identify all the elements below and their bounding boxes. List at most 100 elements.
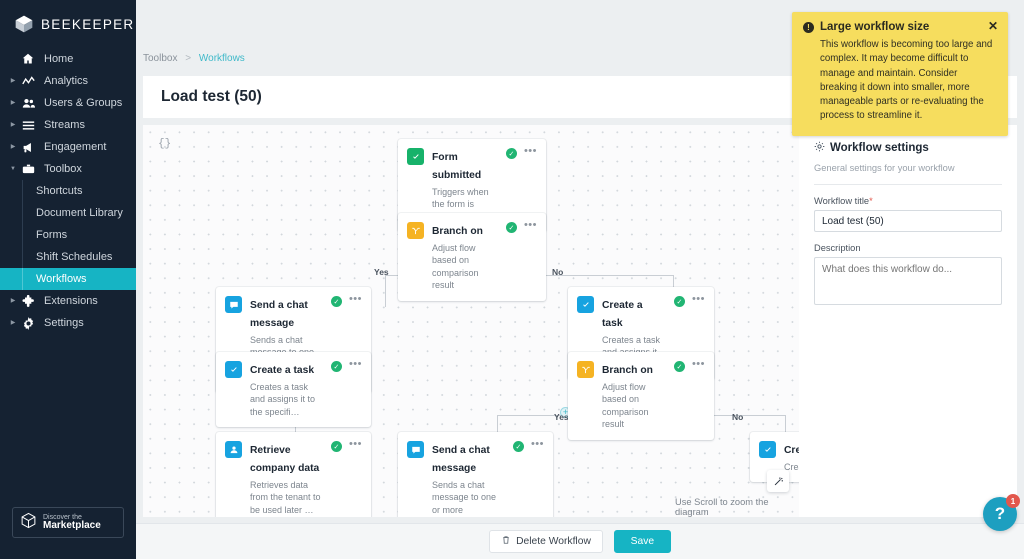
panel-divider — [814, 184, 1002, 185]
branch-label-yes: Yes — [554, 412, 569, 422]
node-menu-button[interactable]: ••• — [349, 296, 362, 303]
breadcrumb-current[interactable]: Workflows — [199, 53, 245, 64]
workflow-node-branch-on-2[interactable]: Branch on Adjust flow based on compariso… — [568, 352, 714, 440]
toast-title: Large workflow size — [820, 21, 929, 33]
sidebar-item-toolbox[interactable]: ▼ Toolbox — [0, 158, 136, 180]
sidebar-item-users-groups[interactable]: ▶ Users & Groups — [0, 92, 136, 114]
sidebar-item-label: Toolbox — [44, 163, 82, 175]
branch-label-no: No — [732, 412, 743, 422]
delete-workflow-label: Delete Workflow — [516, 536, 591, 547]
tree-line — [22, 224, 23, 246]
close-icon[interactable]: ✕ — [988, 20, 998, 32]
breadcrumb-root[interactable]: Toolbox — [143, 53, 177, 64]
cube-logo-icon — [14, 14, 34, 34]
sidebar-item-label: Analytics — [44, 75, 88, 87]
sidebar-item-forms[interactable]: Forms — [0, 224, 136, 246]
node-description: Adjust flow based on comparison result — [432, 242, 498, 292]
chevron-right-icon[interactable]: ▶ — [8, 320, 18, 326]
status-valid-icon: ✓ — [506, 222, 517, 233]
sidebar-item-home[interactable]: Home — [0, 48, 136, 70]
branch-icon — [577, 361, 594, 378]
node-title: Create a task — [250, 365, 314, 376]
workflow-editor-app: BEEKEEPER Home ▶ Analytics ▶ Users & Gro… — [0, 0, 1024, 559]
sidebar-item-label: Engagement — [44, 141, 106, 153]
sidebar-item-workflows[interactable]: Workflows — [0, 268, 136, 290]
node-body: Create a task Creates a task and assigns… — [250, 360, 323, 418]
page-title: Load test (50) — [161, 88, 262, 106]
panel-title: Workflow settings — [830, 142, 929, 154]
chevron-right-icon[interactable]: ▶ — [8, 144, 18, 150]
marketplace-line2: Marketplace — [43, 521, 101, 532]
breadcrumb: Toolbox > Workflows — [143, 53, 245, 64]
bottom-action-bar: Delete Workflow Save — [136, 523, 1024, 559]
tree-line — [22, 202, 23, 224]
sidebar-item-shift-schedules[interactable]: Shift Schedules — [0, 246, 136, 268]
sidebar-subitem-label: Shift Schedules — [36, 251, 112, 263]
brand-logo[interactable]: BEEKEEPER — [0, 0, 136, 48]
node-body: Send a chat message Sends a chat message… — [432, 440, 505, 517]
chat-icon — [407, 441, 424, 458]
node-title: Branch on — [432, 226, 483, 237]
delete-workflow-button[interactable]: Delete Workflow — [489, 530, 603, 553]
node-menu-button[interactable]: ••• — [692, 296, 705, 303]
node-title: Branch on — [602, 365, 653, 376]
chevron-right-icon[interactable]: ▶ — [8, 122, 18, 128]
json-view-icon[interactable]: {} — [158, 138, 171, 150]
sidebar-item-analytics[interactable]: ▶ Analytics — [0, 70, 136, 92]
node-menu-button[interactable]: ••• — [349, 361, 362, 368]
node-body: Form submitted Triggers when the form is… — [432, 147, 498, 223]
node-menu-button[interactable]: ••• — [524, 148, 537, 155]
chevron-down-icon[interactable]: ▼ — [8, 166, 18, 172]
branch-icon — [407, 222, 424, 239]
sidebar-subitem-label: Shortcuts — [36, 185, 82, 197]
form-icon — [407, 148, 424, 165]
node-menu-button[interactable]: ••• — [531, 441, 544, 448]
warning-toast: ! Large workflow size ✕ This workflow is… — [792, 12, 1008, 136]
question-mark-icon: ? — [995, 504, 1005, 524]
workflow-node-retrieve-company-data[interactable]: Retrieve company data Retrieves data fro… — [216, 432, 371, 517]
workflow-title-label: Workflow title* — [814, 196, 1002, 206]
description-textarea[interactable] — [814, 257, 1002, 305]
task-icon — [225, 361, 242, 378]
discover-marketplace-button[interactable]: Discover the Marketplace — [12, 507, 124, 538]
sidebar-item-shortcuts[interactable]: Shortcuts — [0, 180, 136, 202]
status-valid-icon: ✓ — [331, 441, 342, 452]
magic-wand-button[interactable] — [767, 470, 789, 492]
help-button[interactable]: ? 1 — [983, 497, 1017, 531]
node-description: Creates a task and assigns it to the spe… — [250, 381, 323, 418]
analytics-icon — [18, 75, 38, 88]
workflow-title-label-text: Workflow title — [814, 196, 869, 206]
sidebar-item-extensions[interactable]: ▶ Extensions — [0, 290, 136, 312]
node-title: Creat — [784, 445, 799, 456]
sidebar-item-engagement[interactable]: ▶ Engagement — [0, 136, 136, 158]
description-label: Description — [814, 243, 1002, 253]
node-menu-button[interactable]: ••• — [524, 222, 537, 229]
status-valid-icon: ✓ — [506, 148, 517, 159]
node-menu-button[interactable]: ••• — [349, 441, 362, 448]
toast-header: ! Large workflow size — [803, 21, 997, 33]
workflow-node-branch-on-1[interactable]: Branch on Adjust flow based on compariso… — [398, 213, 546, 301]
tree-line — [22, 180, 23, 202]
status-valid-icon: ✓ — [513, 441, 524, 452]
save-button[interactable]: Save — [614, 530, 671, 553]
status-valid-icon: ✓ — [674, 296, 685, 307]
chevron-right-icon[interactable]: ▶ — [8, 298, 18, 304]
node-body: Creat Create assign — [784, 440, 799, 473]
sidebar-item-document-library[interactable]: Document Library — [0, 202, 136, 224]
tree-line — [22, 246, 23, 268]
sidebar-item-streams[interactable]: ▶ Streams — [0, 114, 136, 136]
marketplace-cube-icon — [20, 512, 37, 534]
chevron-right-icon[interactable]: ▶ — [8, 78, 18, 84]
workflow-node-send-chat-2[interactable]: Send a chat message Sends a chat message… — [398, 432, 553, 517]
workflow-canvas[interactable]: {} + + + + + + + + Yes No — [143, 125, 799, 517]
chevron-right-icon[interactable]: ▶ — [8, 100, 18, 106]
node-actions: ✓ ••• — [506, 222, 537, 292]
branch-label-no: No — [552, 267, 563, 277]
node-body: Retrieve company data Retrieves data fro… — [250, 440, 323, 516]
sidebar-item-settings[interactable]: ▶ Settings — [0, 312, 136, 334]
workflow-title-input[interactable] — [814, 210, 1002, 232]
node-actions: ✓ ••• — [513, 441, 544, 517]
node-menu-button[interactable]: ••• — [692, 361, 705, 368]
toolbox-icon — [18, 163, 38, 176]
workflow-node-create-task-1[interactable]: Create a task Creates a task and assigns… — [216, 352, 371, 427]
